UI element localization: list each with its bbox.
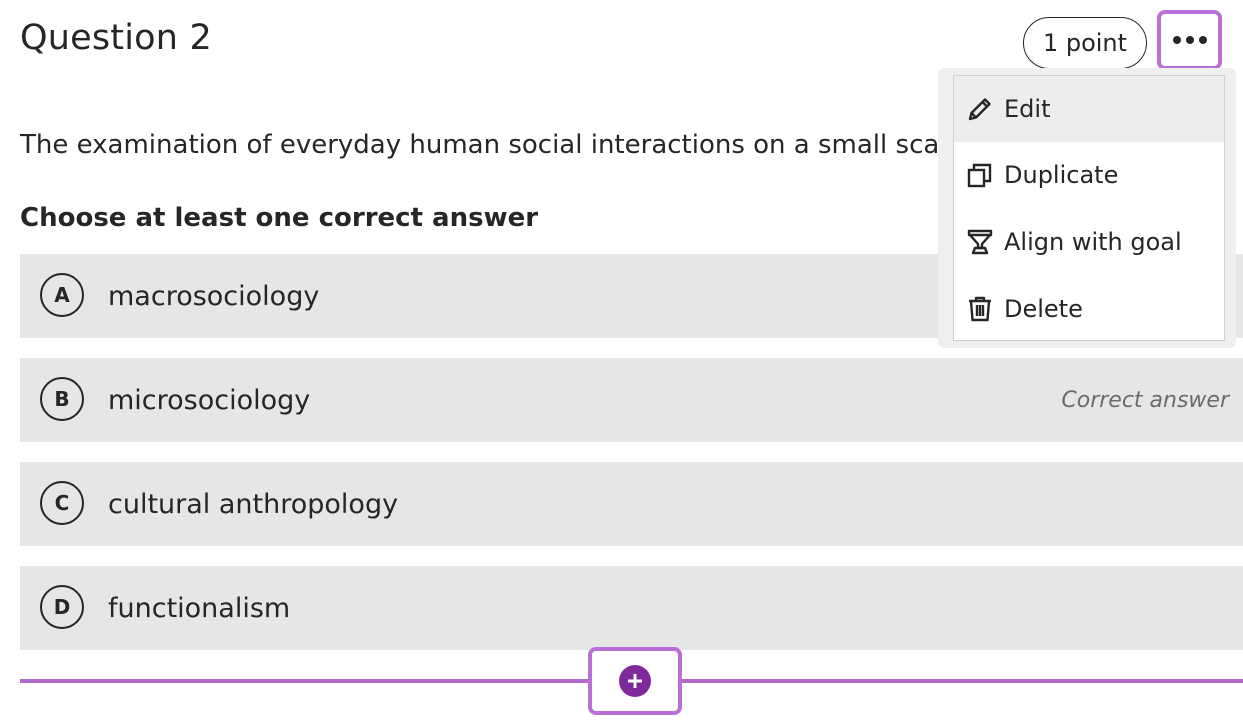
more-dot [1198,36,1207,44]
answer-option-c[interactable]: C cultural anthropology [20,462,1243,546]
options-menu: Edit Duplicate Align with goal Delete [953,75,1225,341]
answer-option-b[interactable]: B microsociology Correct answer [20,358,1243,442]
option-text: microsociology [108,384,311,416]
question-title: Question 2 [20,18,212,58]
option-letter-badge: A [40,273,84,317]
correct-answer-label: Correct answer [1061,387,1229,413]
option-text: macrosociology [108,280,320,312]
question-text: The examination of everyday human social… [20,130,963,160]
add-question-button[interactable] [588,647,682,715]
more-options-button[interactable] [1157,10,1222,70]
option-text: functionalism [108,592,291,624]
points-badge[interactable]: 1 point [1023,17,1147,69]
menu-item-edit[interactable]: Edit [954,76,1224,142]
option-letter-badge: C [40,481,84,525]
menu-item-align-with-goal[interactable]: Align with goal [954,209,1224,275]
option-text: cultural anthropology [108,488,399,520]
menu-item-label: Align with goal [1004,228,1182,256]
more-dot [1185,36,1194,44]
answer-option-d[interactable]: D functionalism [20,566,1243,650]
answer-instruction: Choose at least one correct answer [20,203,539,233]
option-letter-badge: B [40,377,84,421]
menu-item-delete[interactable]: Delete [954,276,1224,342]
menu-item-label: Edit [1004,95,1051,123]
menu-item-label: Duplicate [1004,161,1119,189]
duplicate-icon [965,160,995,190]
menu-item-label: Delete [1004,295,1083,323]
pencil-icon [965,94,995,124]
trophy-icon [965,227,995,257]
plus-icon [619,665,651,697]
option-letter-badge: D [40,585,84,629]
menu-item-duplicate[interactable]: Duplicate [954,142,1224,208]
trash-icon [965,294,995,324]
more-dots-icon [1172,36,1181,44]
